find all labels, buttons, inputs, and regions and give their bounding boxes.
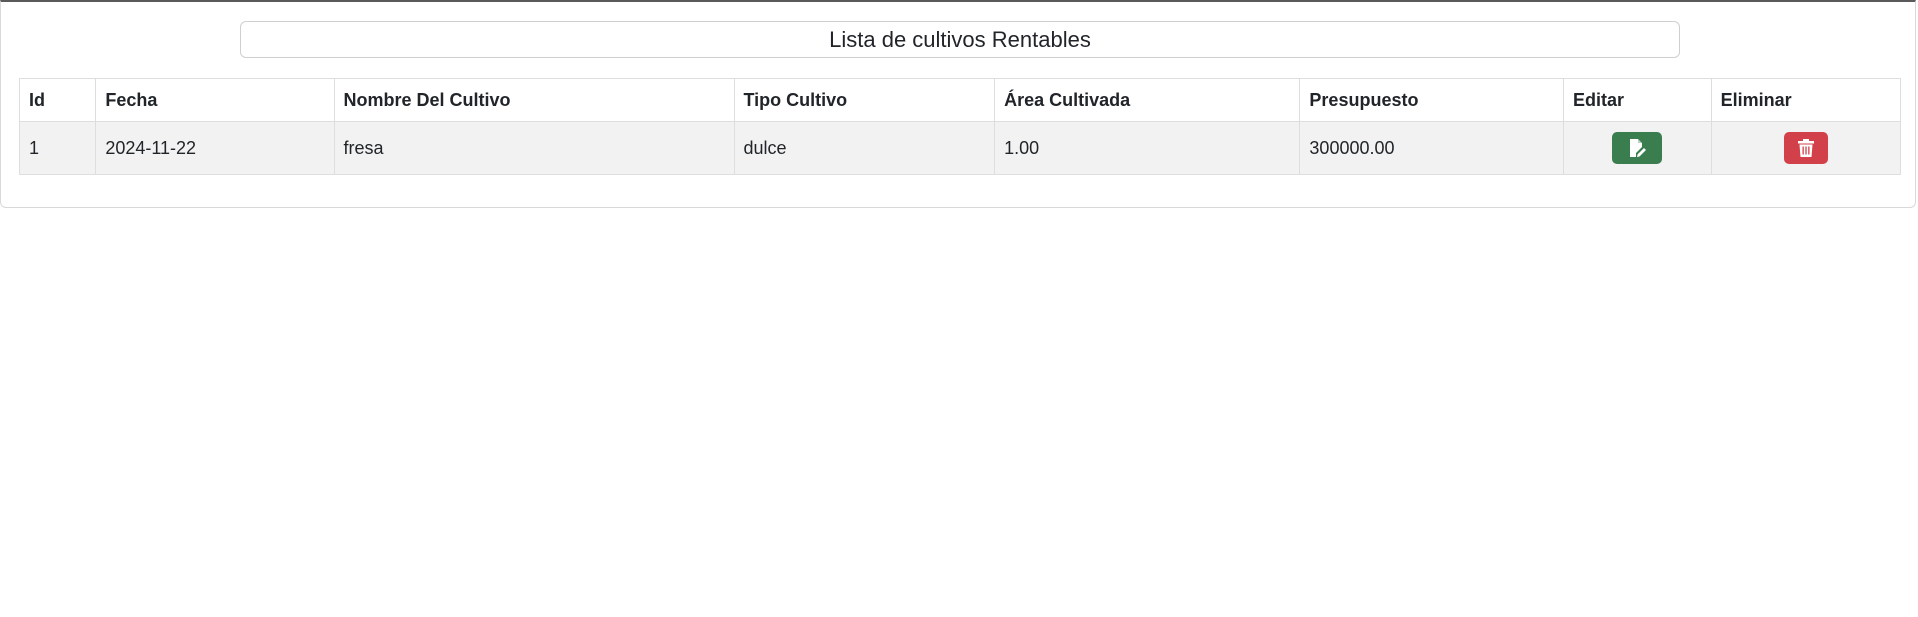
header-tipo: Tipo Cultivo <box>733 78 996 122</box>
edit-button[interactable] <box>1612 132 1663 164</box>
header-area: Área Cultivada <box>994 78 1301 122</box>
header-nombre: Nombre Del Cultivo <box>333 78 735 122</box>
cell-fecha: 2024-11-22 <box>95 121 335 175</box>
cell-tipo: dulce <box>733 121 996 175</box>
trash-icon <box>1797 139 1814 157</box>
crops-table: Id Fecha Nombre Del Cultivo Tipo Cultivo… <box>18 78 1902 175</box>
crops-card: Lista de cultivos Rentables Id Fecha Nom… <box>0 0 1916 208</box>
header-fecha: Fecha <box>95 78 335 122</box>
cell-nombre: fresa <box>333 121 735 175</box>
table-header-row: Id Fecha Nombre Del Cultivo Tipo Cultivo… <box>18 78 1902 122</box>
cell-area: 1.00 <box>994 121 1301 175</box>
cell-presupuesto: 300000.00 <box>1299 121 1565 175</box>
file-edit-icon <box>1630 139 1647 157</box>
header-presupuesto: Presupuesto <box>1299 78 1565 122</box>
cell-id: 1 <box>18 121 97 175</box>
delete-button[interactable] <box>1783 132 1828 164</box>
header-id: Id <box>18 78 97 122</box>
header-eliminar: Eliminar <box>1710 78 1902 122</box>
table-row: 1 2024-11-22 fresa dulce 1.00 300000.00 <box>18 121 1902 175</box>
cell-eliminar <box>1710 121 1902 175</box>
header-editar: Editar <box>1563 78 1712 122</box>
page-title: Lista de cultivos Rentables <box>240 21 1680 58</box>
cell-editar <box>1563 121 1712 175</box>
